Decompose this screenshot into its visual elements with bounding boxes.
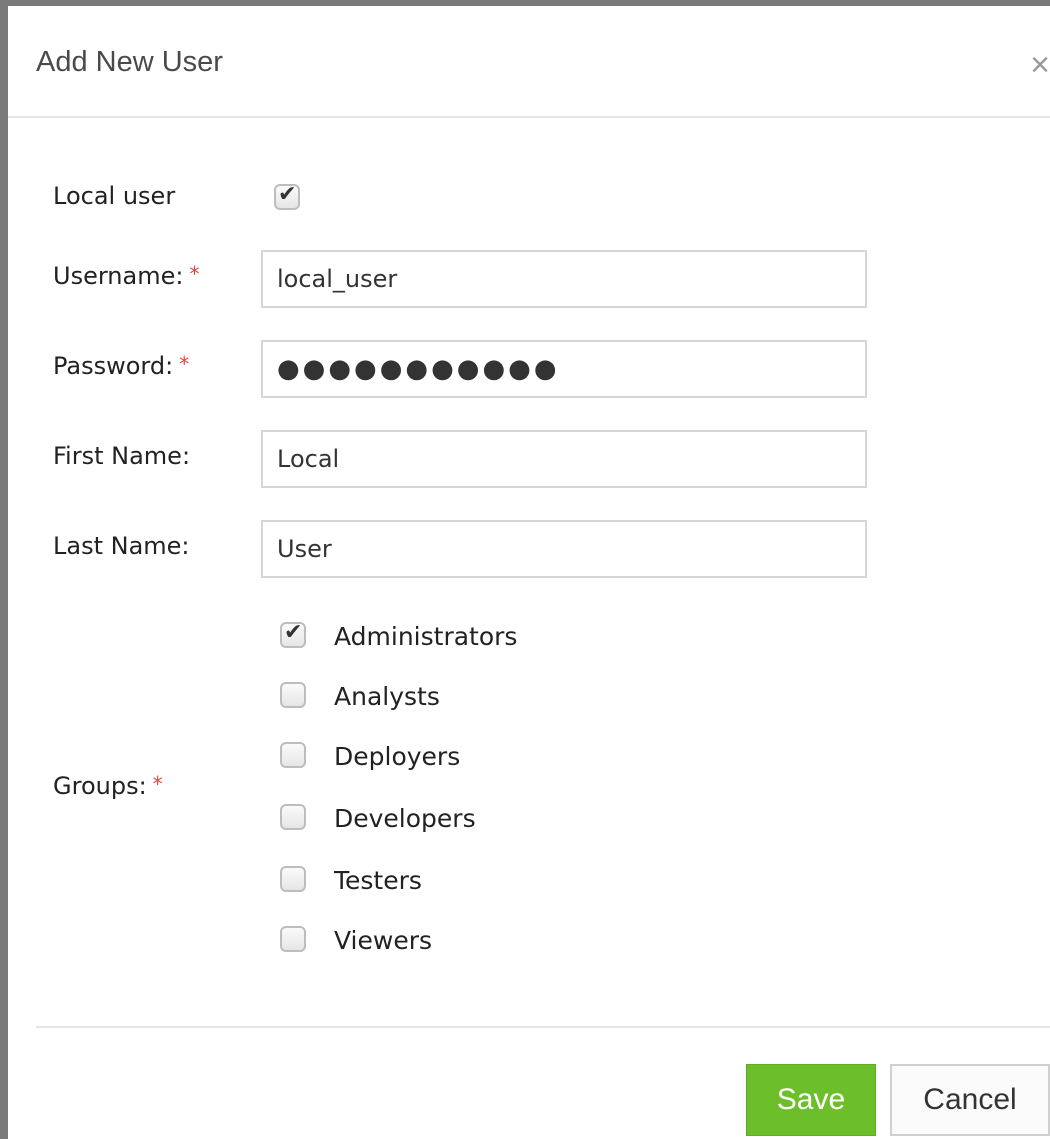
group-label: Analysts [334, 682, 440, 711]
last-name-input[interactable]: User [261, 520, 867, 578]
last-name-label: Last Name: [53, 532, 190, 560]
username-input[interactable]: local_user [261, 250, 867, 308]
group-checkbox-developers[interactable] [280, 804, 306, 830]
group-checkbox-deployers[interactable] [280, 742, 306, 768]
group-checkbox-administrators[interactable]: ✔ [280, 620, 306, 648]
dialog-title: Add New User [36, 46, 223, 78]
group-checkbox-testers[interactable] [280, 866, 306, 892]
password-label: Password: [53, 352, 174, 380]
local-user-checkbox[interactable]: ✔ [274, 182, 300, 210]
password-input[interactable]: ●●●●●●●●●●● [261, 340, 867, 398]
group-label: Administrators [334, 622, 518, 651]
first-name-input[interactable]: Local [261, 430, 867, 488]
group-label: Developers [334, 804, 476, 833]
group-label: Testers [334, 866, 422, 895]
dialog-header: Add New User × [8, 6, 1050, 118]
group-label: Deployers [334, 742, 461, 771]
group-checkbox-analysts[interactable] [280, 682, 306, 708]
check-icon: ✔ [284, 620, 303, 645]
group-label: Viewers [334, 926, 433, 955]
close-icon[interactable]: × [1030, 48, 1050, 82]
group-checkbox-viewers[interactable] [280, 926, 306, 952]
save-button[interactable]: Save [746, 1064, 876, 1136]
cancel-button[interactable]: Cancel [890, 1064, 1050, 1136]
check-icon: ✔ [278, 182, 297, 207]
required-mark: * [189, 262, 200, 286]
footer-divider [36, 1026, 1050, 1028]
groups-label: Groups: [53, 772, 147, 800]
local-user-label: Local user [53, 182, 176, 210]
required-mark: * [152, 772, 163, 796]
username-label: Username: [53, 262, 184, 290]
add-user-dialog: Add New User × Local user ✔ Username: * l… [0, 0, 1050, 1139]
required-mark: * [179, 352, 190, 376]
first-name-label: First Name: [53, 442, 191, 470]
